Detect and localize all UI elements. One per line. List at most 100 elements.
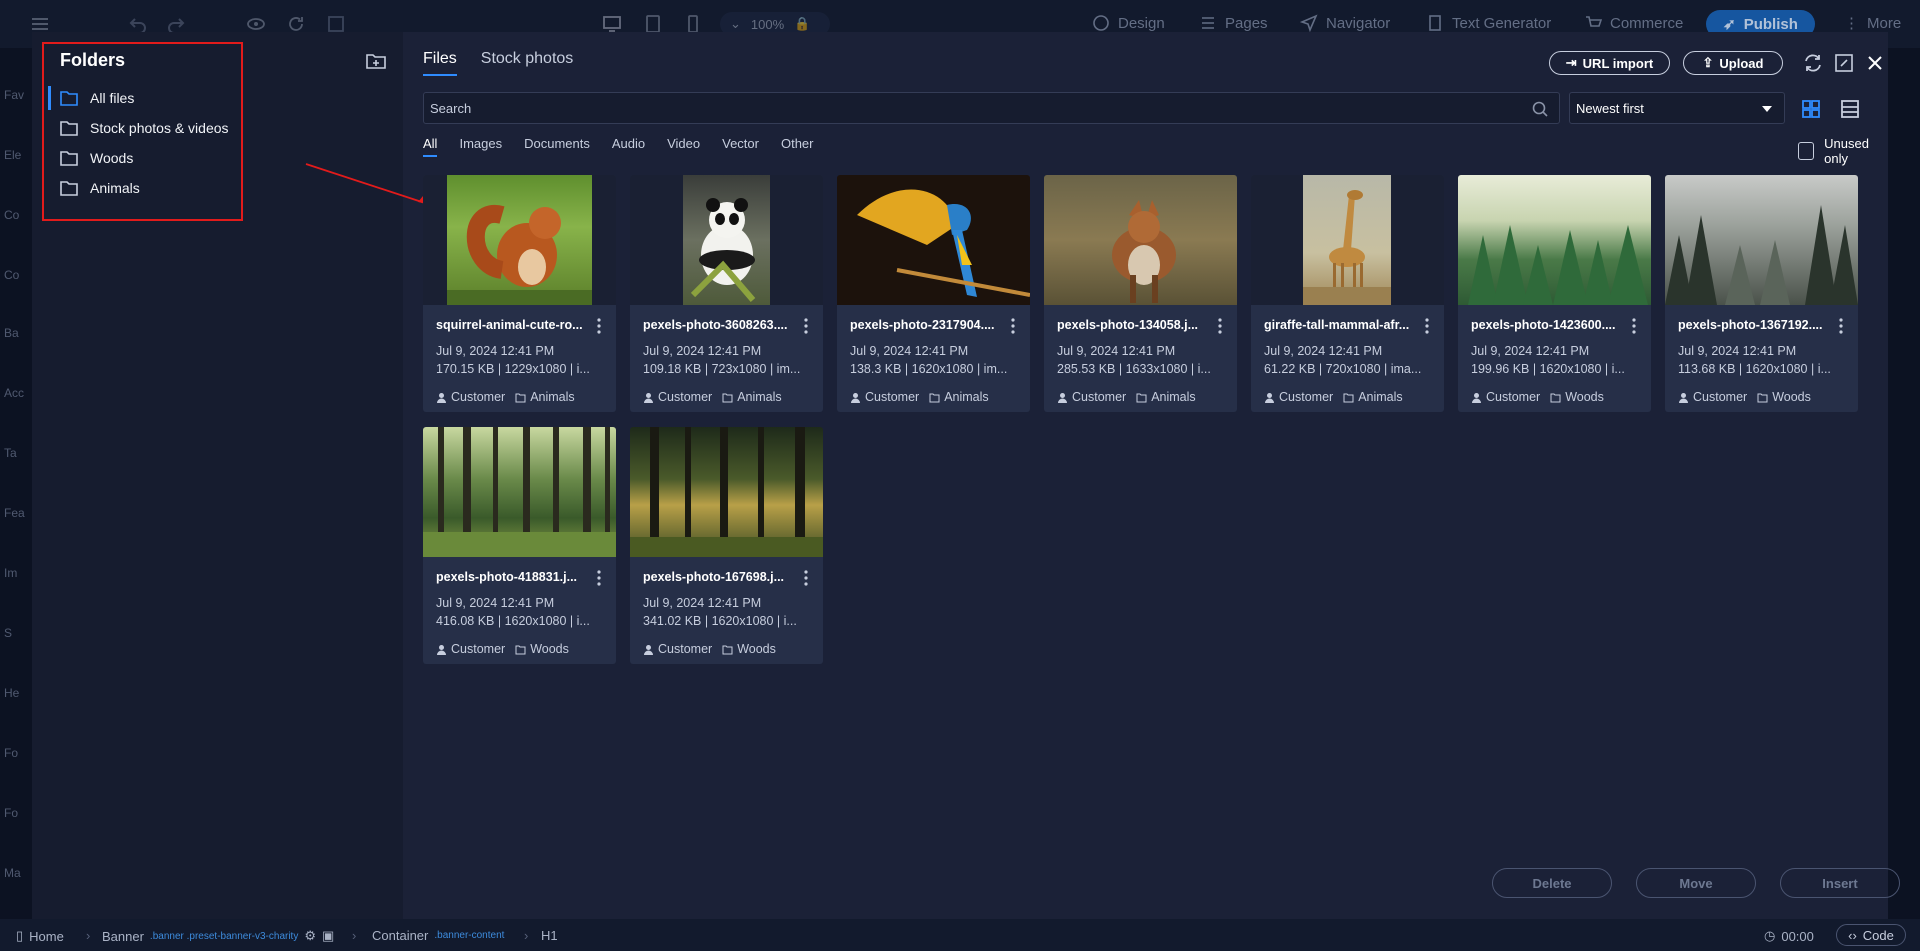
unused-only-toggle[interactable]: Unused only bbox=[1798, 136, 1888, 166]
delete-button[interactable]: Delete bbox=[1492, 868, 1612, 898]
upload-icon: ⇪ bbox=[1702, 55, 1714, 70]
list-view-icon[interactable] bbox=[1839, 98, 1861, 120]
more-options-icon[interactable] bbox=[1214, 317, 1226, 335]
desktop-icon[interactable] bbox=[602, 14, 622, 34]
file-thumbnail[interactable] bbox=[1044, 175, 1237, 305]
navigation-arrow-icon bbox=[1300, 14, 1318, 32]
new-folder-icon[interactable] bbox=[365, 50, 387, 72]
file-card[interactable]: pexels-photo-2317904.... Jul 9, 2024 12:4… bbox=[837, 175, 1030, 412]
nav-design[interactable]: Design bbox=[1092, 14, 1165, 32]
filter-all[interactable]: All bbox=[423, 136, 438, 157]
file-date: Jul 9, 2024 12:41 PM bbox=[1264, 344, 1383, 358]
file-name: pexels-photo-1423600.... bbox=[1471, 318, 1616, 332]
filter-other[interactable]: Other bbox=[781, 136, 814, 157]
breadcrumb-banner[interactable]: Banner .banner .preset-banner-v3-charity… bbox=[102, 928, 334, 944]
user-icon bbox=[644, 644, 653, 655]
file-thumbnail[interactable] bbox=[837, 175, 1030, 305]
file-date: Jul 9, 2024 12:41 PM bbox=[1678, 344, 1797, 358]
file-thumbnail[interactable] bbox=[423, 427, 616, 557]
filter-vector[interactable]: Vector bbox=[722, 136, 759, 157]
undo-icon[interactable] bbox=[128, 14, 148, 34]
more-options-icon[interactable] bbox=[800, 317, 812, 335]
upload-button[interactable]: ⇪ Upload bbox=[1683, 51, 1783, 75]
more-menu[interactable]: ⋮ More bbox=[1844, 14, 1901, 33]
folder-icon bbox=[1136, 393, 1147, 402]
more-options-icon[interactable] bbox=[593, 317, 605, 335]
file-card[interactable]: pexels-photo-167698.j... Jul 9, 2024 12:4… bbox=[630, 427, 823, 664]
url-import-button[interactable]: ⇥ URL import bbox=[1549, 51, 1670, 75]
tablet-icon[interactable] bbox=[643, 14, 663, 34]
import-icon: ⇥ bbox=[1565, 55, 1577, 70]
filter-documents[interactable]: Documents bbox=[524, 136, 590, 157]
save-icon[interactable] bbox=[326, 14, 346, 34]
filter-audio[interactable]: Audio bbox=[612, 136, 645, 157]
nav-text-generator[interactable]: Text Generator bbox=[1426, 14, 1551, 32]
move-button[interactable]: Move bbox=[1636, 868, 1756, 898]
file-card[interactable]: pexels-photo-1367192.... Jul 9, 2024 12:4… bbox=[1665, 175, 1858, 412]
mobile-icon[interactable] bbox=[683, 14, 703, 34]
tab-files[interactable]: Files bbox=[423, 50, 457, 76]
maximize-icon[interactable] bbox=[1833, 52, 1855, 74]
file-thumbnail[interactable] bbox=[1251, 175, 1444, 305]
palette-icon bbox=[1093, 15, 1109, 31]
file-card[interactable]: giraffe-tall-mammal-afr... Jul 9, 2024 12… bbox=[1251, 175, 1444, 412]
grid-view-icon[interactable] bbox=[1800, 98, 1822, 120]
user-icon bbox=[1058, 392, 1067, 403]
nav-navigator[interactable]: Navigator bbox=[1300, 14, 1390, 32]
more-options-icon[interactable] bbox=[1628, 317, 1640, 335]
image-icon: ▣ bbox=[322, 928, 335, 943]
search-icon bbox=[1531, 100, 1549, 118]
nav-commerce[interactable]: Commerce bbox=[1584, 14, 1683, 32]
more-options-icon[interactable] bbox=[1007, 317, 1019, 335]
close-icon[interactable] bbox=[1864, 52, 1886, 74]
filter-video[interactable]: Video bbox=[667, 136, 700, 157]
file-owner: Customer Animals bbox=[1264, 390, 1403, 404]
file-card[interactable]: pexels-photo-418831.j... Jul 9, 2024 12:4… bbox=[423, 427, 616, 664]
file-card[interactable]: pexels-photo-1423600.... Jul 9, 2024 12:4… bbox=[1458, 175, 1651, 412]
user-icon bbox=[1472, 392, 1481, 403]
file-thumbnail[interactable] bbox=[630, 175, 823, 305]
file-name: pexels-photo-2317904.... bbox=[850, 318, 995, 332]
file-name: pexels-photo-134058.j... bbox=[1057, 318, 1199, 332]
more-options-icon[interactable] bbox=[1835, 317, 1847, 335]
file-details: 199.96 KB | 1620x1080 | i... bbox=[1471, 362, 1625, 376]
tab-bar: Files Stock photos bbox=[423, 50, 573, 76]
insert-button[interactable]: Insert bbox=[1780, 868, 1900, 898]
refresh-icon[interactable] bbox=[286, 14, 306, 34]
file-card[interactable]: pexels-photo-134058.j... Jul 9, 2024 12:4… bbox=[1044, 175, 1237, 412]
strip-label: Acc bbox=[4, 386, 25, 400]
file-owner: Customer Woods bbox=[1678, 390, 1811, 404]
file-date: Jul 9, 2024 12:41 PM bbox=[1057, 344, 1176, 358]
file-thumbnail[interactable] bbox=[1458, 175, 1651, 305]
preview-eye-icon[interactable] bbox=[246, 14, 266, 34]
unused-only-checkbox[interactable] bbox=[1798, 142, 1815, 160]
breadcrumb-home[interactable]: ▯ Home bbox=[16, 928, 64, 944]
filter-images[interactable]: Images bbox=[459, 136, 502, 157]
file-details: 341.02 KB | 1620x1080 | i... bbox=[643, 614, 797, 628]
strip-label: Co bbox=[4, 208, 20, 222]
strip-label: Fav bbox=[4, 88, 25, 102]
file-thumbnail[interactable] bbox=[423, 175, 616, 305]
user-icon bbox=[1679, 392, 1688, 403]
more-options-icon[interactable] bbox=[800, 569, 812, 587]
file-card[interactable]: squirrel-animal-cute-ro... Jul 9, 2024 12… bbox=[423, 175, 616, 412]
file-details: 109.18 KB | 723x1080 | im... bbox=[643, 362, 801, 376]
search-input[interactable]: Search bbox=[423, 92, 1560, 124]
redo-icon[interactable] bbox=[166, 14, 186, 34]
file-date: Jul 9, 2024 12:41 PM bbox=[850, 344, 969, 358]
file-thumbnail[interactable] bbox=[1665, 175, 1858, 305]
sort-select[interactable]: Newest first bbox=[1569, 92, 1785, 124]
nav-pages[interactable]: Pages bbox=[1199, 14, 1268, 32]
file-owner: Customer Woods bbox=[643, 642, 776, 656]
file-thumbnail[interactable] bbox=[630, 427, 823, 557]
breadcrumb-container[interactable]: Container .banner-content bbox=[372, 928, 504, 943]
breadcrumb-h1[interactable]: H1 bbox=[541, 928, 558, 943]
menu-icon[interactable] bbox=[30, 14, 50, 34]
more-options-icon[interactable] bbox=[593, 569, 605, 587]
file-card[interactable]: pexels-photo-3608263.... Jul 9, 2024 12:4… bbox=[630, 175, 823, 412]
more-options-icon[interactable] bbox=[1421, 317, 1433, 335]
media-library-modal: Folders All files Stock photos & videos … bbox=[32, 32, 1900, 919]
tab-stock-photos[interactable]: Stock photos bbox=[481, 50, 574, 76]
sync-icon[interactable] bbox=[1802, 52, 1824, 74]
code-button[interactable]: ‹› Code bbox=[1836, 924, 1906, 946]
